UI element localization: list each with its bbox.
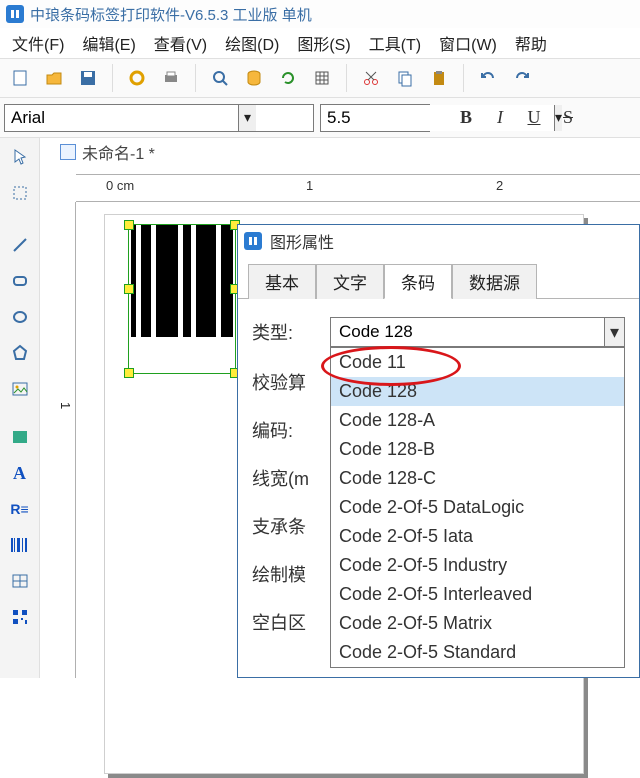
paste-button[interactable] [425, 64, 453, 92]
linewidth-label: 线宽(m [252, 465, 330, 491]
drawmode-label: 绘制模 [252, 561, 330, 587]
italic-button[interactable]: I [486, 105, 514, 131]
type-option[interactable]: Code 128-C [331, 464, 624, 493]
rect-select-tool[interactable] [5, 178, 35, 208]
new-button[interactable] [6, 64, 34, 92]
line-tool[interactable] [5, 230, 35, 260]
print-button[interactable] [157, 64, 185, 92]
type-option[interactable]: Code 2-Of-5 Industry [331, 551, 624, 580]
barcode-preview [129, 225, 235, 337]
underline-button[interactable]: U [520, 105, 548, 131]
type-option[interactable]: Code 128-A [331, 406, 624, 435]
horizontal-ruler: 0 cm 1 2 [76, 174, 640, 202]
rounded-rect-tool[interactable] [5, 266, 35, 296]
menu-window[interactable]: 窗口(W) [431, 29, 505, 57]
type-option[interactable]: Code 2-Of-5 Interleaved [331, 580, 624, 609]
dialog-icon [244, 232, 262, 250]
menu-file[interactable]: 文件(F) [4, 29, 72, 57]
title-bar: 中琅条码标签打印软件-V6.5.3 工业版 单机 [0, 0, 640, 28]
side-toolbar: A R≡ [0, 138, 40, 678]
document-tab-label: 未命名-1 * [82, 140, 155, 164]
image2-tool[interactable] [5, 422, 35, 452]
tab-basic[interactable]: 基本 [248, 264, 316, 299]
type-option[interactable]: Code 2-Of-5 Standard [331, 638, 624, 667]
bold-button[interactable]: B [452, 105, 480, 131]
copy-button[interactable] [391, 64, 419, 92]
qrcode-tool[interactable] [5, 602, 35, 632]
font-family-dropdown-icon[interactable]: ▾ [238, 105, 256, 131]
image-tool[interactable] [5, 374, 35, 404]
grid-button[interactable] [308, 64, 336, 92]
chevron-down-icon[interactable]: ▾ [604, 318, 624, 346]
menu-help[interactable]: 帮助 [507, 29, 555, 57]
menu-view[interactable]: 查看(V) [146, 29, 215, 57]
ruler-mark-2: 2 [496, 178, 503, 193]
ruler-mark-1: 1 [306, 178, 313, 193]
checksum-label: 校验算 [252, 369, 330, 395]
bearer-label: 支承条 [252, 513, 330, 539]
encoding-label: 编码: [252, 417, 330, 443]
type-option[interactable]: Code 128-B [331, 435, 624, 464]
type-option[interactable]: Code 2-Of-5 DataLogic [331, 493, 624, 522]
save-button[interactable] [74, 64, 102, 92]
menu-bar: 文件(F) 编辑(E) 查看(V) 绘图(D) 图形(S) 工具(T) 窗口(W… [0, 28, 640, 58]
resize-handle[interactable] [124, 220, 134, 230]
dialog-titlebar[interactable]: 图形属性 [238, 225, 639, 257]
app-title: 中琅条码标签打印软件-V6.5.3 工业版 单机 [30, 4, 312, 25]
main-toolbar [0, 58, 640, 98]
margin-label: 空白区 [252, 609, 330, 635]
font-family-combo[interactable]: ▾ [4, 104, 314, 132]
document-tab[interactable]: 未命名-1 * [60, 138, 640, 166]
zoom-button[interactable] [206, 64, 234, 92]
vruler-mark-1: 1 [58, 402, 73, 409]
pointer-tool[interactable] [5, 142, 35, 172]
barcode-tool[interactable] [5, 530, 35, 560]
resize-handle[interactable] [124, 284, 134, 294]
document-icon [60, 144, 76, 160]
type-option[interactable]: Code 11 [331, 348, 624, 377]
dialog-title: 图形属性 [270, 229, 334, 253]
barcode-type-input[interactable] [331, 322, 604, 342]
polygon-tool[interactable] [5, 338, 35, 368]
shape-properties-dialog[interactable]: 图形属性 基本 文字 条码 数据源 类型: ▾ Code 11 Code 128… [237, 224, 640, 678]
font-family-input[interactable] [5, 105, 238, 131]
dialog-body: 类型: ▾ Code 11 Code 128 Code 128-A Code 1… [238, 299, 639, 653]
tab-datasource[interactable]: 数据源 [452, 264, 537, 299]
type-option[interactable]: Code 128 [331, 377, 624, 406]
open-button[interactable] [40, 64, 68, 92]
app-icon [6, 5, 24, 23]
type-label: 类型: [252, 319, 330, 345]
tab-barcode[interactable]: 条码 [384, 264, 452, 299]
menu-tool[interactable]: 工具(T) [361, 29, 429, 57]
table-tool[interactable] [5, 566, 35, 596]
dialog-tabs: 基本 文字 条码 数据源 [238, 257, 639, 299]
settings-button[interactable] [123, 64, 151, 92]
barcode-type-combo[interactable]: ▾ Code 11 Code 128 Code 128-A Code 128-B… [330, 317, 625, 347]
database-button[interactable] [240, 64, 268, 92]
tab-text[interactable]: 文字 [316, 264, 384, 299]
type-option[interactable]: Code 2-Of-5 Matrix [331, 609, 624, 638]
strike-button[interactable]: S [554, 105, 582, 131]
ellipse-tool[interactable] [5, 302, 35, 332]
menu-shape[interactable]: 图形(S) [289, 29, 358, 57]
redo-button[interactable] [508, 64, 536, 92]
barcode-selection[interactable] [128, 224, 236, 374]
font-toolbar: ▾ ▾ B I U S [0, 98, 640, 138]
ruler-mark-0: 0 cm [106, 178, 134, 193]
type-option[interactable]: Code 2-Of-5 Iata [331, 522, 624, 551]
menu-draw[interactable]: 绘图(D) [217, 29, 287, 57]
resize-handle[interactable] [124, 368, 134, 378]
menu-edit[interactable]: 编辑(E) [74, 29, 143, 57]
text-tool[interactable]: A [5, 458, 35, 488]
barcode-type-list[interactable]: Code 11 Code 128 Code 128-A Code 128-B C… [330, 347, 625, 668]
undo-button[interactable] [474, 64, 502, 92]
richtext-tool[interactable]: R≡ [5, 494, 35, 524]
vertical-ruler: 1 [60, 202, 76, 678]
refresh-button[interactable] [274, 64, 302, 92]
cut-button[interactable] [357, 64, 385, 92]
font-size-combo[interactable]: ▾ [320, 104, 430, 132]
